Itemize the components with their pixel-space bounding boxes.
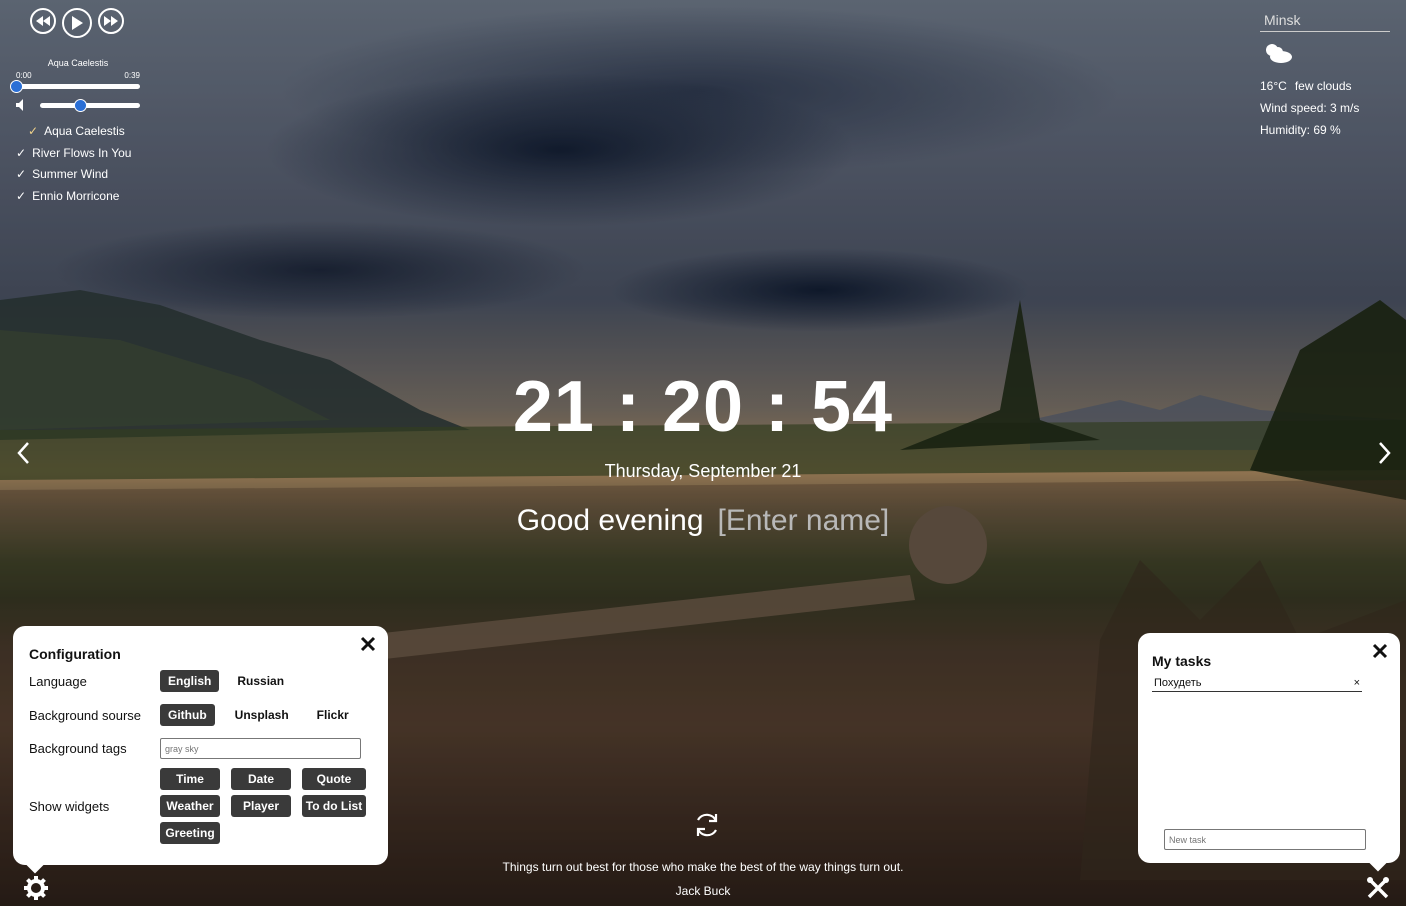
current-track-title: Aqua Caelestis <box>47 58 109 68</box>
source-unsplash-button[interactable]: Unsplash <box>227 704 297 726</box>
source-github-button[interactable]: Github <box>160 704 215 726</box>
volume-handle[interactable] <box>74 98 87 112</box>
check-icon: ✓ <box>28 124 39 138</box>
weather-humidity: Humidity: 69 % <box>1260 123 1341 137</box>
language-russian-button[interactable]: Russian <box>229 670 292 692</box>
configuration-panel: Configuration Language English Russian Ba… <box>13 626 388 865</box>
refresh-quote-icon[interactable] <box>692 810 722 840</box>
close-todo-icon[interactable] <box>1372 643 1388 659</box>
bg-source-label: Background sourse <box>29 707 142 723</box>
fast-forward-icon <box>104 16 118 26</box>
playlist-item-label: Ennio Morricone <box>32 188 120 203</box>
task-label: Похудеть <box>1154 677 1202 689</box>
widget-toggles: Time Date Quote Weather Player To do List Gree… <box>160 768 366 844</box>
playlist-item[interactable]: ✓ River Flows In You <box>16 143 140 165</box>
city-input[interactable]: Minsk <box>1260 10 1390 32</box>
playlist-item-label: River Flows In You <box>32 145 132 160</box>
weather-description: few clouds <box>1294 79 1352 93</box>
clock: 21 : 20 : 54 <box>512 367 894 447</box>
play-button[interactable] <box>62 8 92 38</box>
greeting-text: Good evening <box>516 504 704 537</box>
widget-quote-button[interactable]: Quote <box>302 768 366 790</box>
settings-gear-icon[interactable] <box>24 876 48 900</box>
play-icon <box>72 16 83 30</box>
todo-title: My tasks <box>1152 653 1212 669</box>
task-list: Похудеть × <box>1152 669 1386 692</box>
check-icon: ✓ <box>16 188 27 203</box>
name-input[interactable]: [Enter name] <box>718 504 890 537</box>
volume-icon[interactable] <box>16 99 28 111</box>
weather-temperature: 16°C <box>1260 79 1287 93</box>
widget-player-button[interactable]: Player <box>231 795 291 817</box>
widget-to-do-list-button[interactable]: To do List <box>302 795 366 817</box>
playlist-item-label: Aqua Caelestis <box>44 124 125 138</box>
widget-date-button[interactable]: Date <box>231 768 291 790</box>
date: Thursday, September 21 <box>604 461 802 481</box>
playlist-item-label: Summer Wind <box>32 167 109 181</box>
volume-slider[interactable] <box>40 98 140 112</box>
playlist: ✓ Aqua Caelestis ✓ River Flows In You ✓ Summe… <box>16 121 140 207</box>
rewind-icon <box>36 16 50 26</box>
few-clouds-icon <box>1266 44 1292 63</box>
show-widgets-label: Show widgets <box>29 799 110 814</box>
slide-next-icon[interactable] <box>1374 440 1394 466</box>
greeting: Good evening [Enter name] <box>0 504 1406 538</box>
weather-wind: Wind speed: 3 m/s <box>1260 101 1360 115</box>
time-current: 0:00 <box>16 71 32 80</box>
prev-track-button[interactable] <box>30 8 56 34</box>
language-english-button[interactable]: English <box>160 670 220 692</box>
configuration-title: Configuration <box>29 646 121 662</box>
player-controls <box>30 8 140 38</box>
widget-weather-button[interactable]: Weather <box>160 795 220 817</box>
quote-author: Jack Buck <box>675 884 731 898</box>
close-config-icon[interactable] <box>360 636 376 652</box>
todo-panel: My tasks Похудеть × <box>1138 633 1400 863</box>
check-icon: ✓ <box>16 167 27 181</box>
widget-time-button[interactable]: Time <box>160 768 220 790</box>
new-task-input[interactable] <box>1164 829 1366 850</box>
audio-player: Aqua Caelestis 0:00 0:39 ✓ Aqua Caelestis… <box>10 8 140 207</box>
task-item[interactable]: Похудеть × <box>1152 669 1362 692</box>
progress-bar[interactable] <box>10 80 140 93</box>
time-total: 0:39 <box>124 71 140 80</box>
bg-tags-label: Background tags <box>29 741 127 756</box>
playlist-item[interactable]: ✓ Aqua Caelestis <box>28 121 140 143</box>
source-flickr-button[interactable]: Flickr <box>309 704 357 726</box>
delete-task-icon[interactable]: × <box>1354 677 1360 689</box>
playlist-item[interactable]: ✓ Summer Wind <box>16 164 140 186</box>
weather-widget: Minsk 16°C few clouds Wind speed: 3 m/s H… <box>1260 10 1390 137</box>
bg-tags-input[interactable] <box>160 738 361 759</box>
language-label: Language <box>29 673 87 689</box>
check-icon: ✓ <box>16 145 27 160</box>
slide-prev-icon[interactable] <box>14 440 34 466</box>
next-track-button[interactable] <box>98 8 124 34</box>
playlist-item[interactable]: ✓ Ennio Morricone <box>16 186 140 208</box>
widget-greeting-button[interactable]: Greeting <box>160 822 220 844</box>
tools-icon[interactable] <box>1366 876 1390 900</box>
progress-handle[interactable] <box>10 80 23 93</box>
